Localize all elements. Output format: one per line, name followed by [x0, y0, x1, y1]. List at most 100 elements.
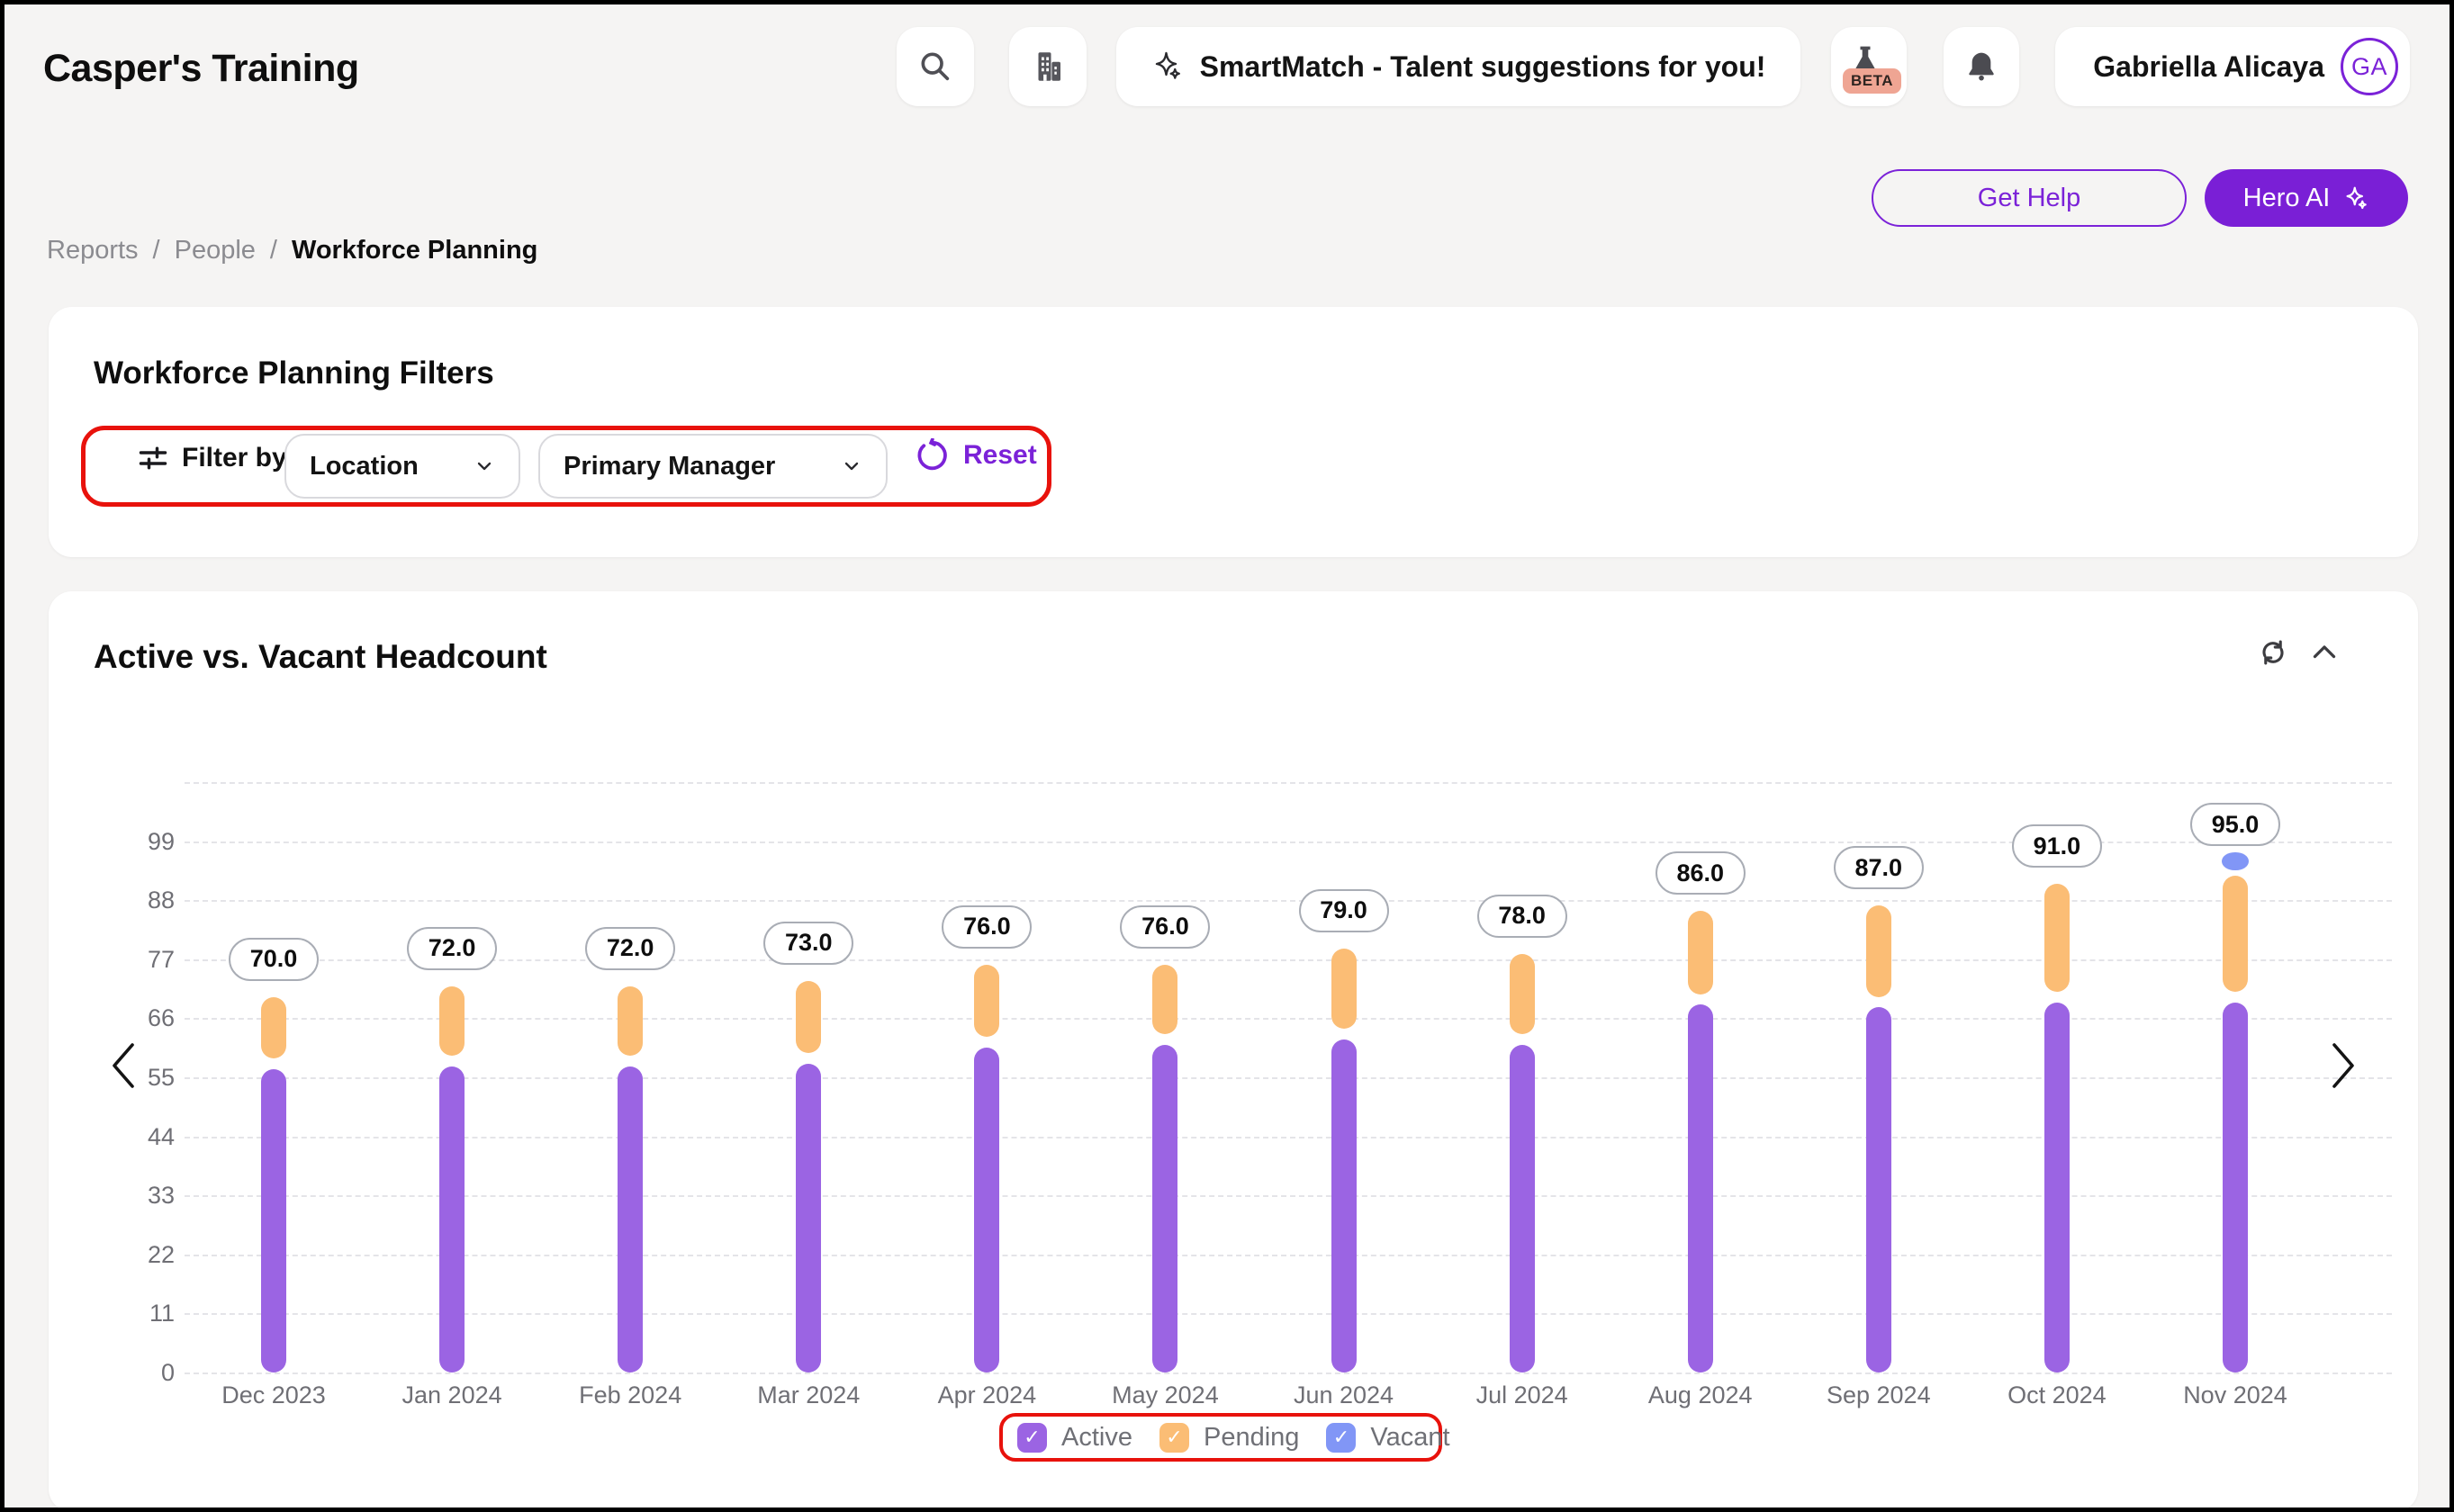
sparkle-icon [2342, 184, 2369, 212]
breadcrumb-current: Workforce Planning [292, 236, 537, 266]
sliders-icon [137, 442, 169, 474]
reset-icon [915, 438, 949, 472]
y-axis-tick: 11 [103, 1300, 175, 1328]
bar-pending[interactable] [1688, 911, 1713, 994]
primary-manager-dropdown-label: Primary Manager [564, 452, 775, 482]
breadcrumb-reports[interactable]: Reports [47, 236, 139, 266]
search-button[interactable] [897, 27, 974, 106]
value-label-pill: 72.0 [585, 927, 675, 970]
bar-pending[interactable] [439, 986, 465, 1057]
x-axis-month-label: Oct 2024 [1985, 1382, 2129, 1409]
chevron-down-icon [474, 455, 495, 477]
bar-pending[interactable] [1510, 954, 1535, 1034]
legend-item-pending[interactable]: ✓ Pending [1159, 1423, 1299, 1453]
y-axis-tick: 33 [103, 1182, 175, 1210]
chart-title: Active vs. Vacant Headcount [94, 638, 547, 676]
chart-next-arrow[interactable] [2324, 1040, 2362, 1092]
location-dropdown[interactable]: Location [284, 434, 520, 499]
bar-active[interactable] [2223, 1003, 2248, 1372]
bar-active[interactable] [261, 1069, 286, 1372]
company-button[interactable] [1009, 27, 1087, 106]
legend-label: Active [1061, 1423, 1132, 1453]
y-axis-tick: 99 [103, 828, 175, 856]
collapse-chevron-icon[interactable] [2308, 636, 2341, 669]
bar-active[interactable] [1331, 1040, 1357, 1372]
bar-pending[interactable] [261, 997, 286, 1059]
bar-pending[interactable] [2223, 876, 2248, 991]
bar-active[interactable] [1688, 1004, 1713, 1372]
value-label-pill: 86.0 [1656, 851, 1746, 895]
bar-pending[interactable] [2044, 884, 2070, 991]
hero-ai-button[interactable]: Hero AI [2205, 169, 2408, 227]
x-axis-month-label: Jun 2024 [1272, 1382, 1416, 1409]
filters-title: Workforce Planning Filters [94, 356, 494, 392]
search-icon [917, 49, 953, 85]
sparkle-icon [1151, 50, 1184, 83]
filter-by-label: Filter by [137, 442, 287, 474]
reset-filters-button[interactable]: Reset [915, 438, 1037, 472]
bar-pending[interactable] [618, 986, 643, 1057]
legend-label: Pending [1204, 1423, 1299, 1453]
bar-active[interactable] [796, 1064, 821, 1372]
breadcrumb: Reports / People / Workforce Planning [47, 236, 537, 266]
value-label-pill: 87.0 [1834, 846, 1924, 889]
user-menu[interactable]: Gabriella Alicaya GA [2055, 27, 2410, 106]
bar-active[interactable] [439, 1066, 465, 1372]
refresh-icon[interactable] [2258, 637, 2288, 668]
bar-pending[interactable] [796, 981, 821, 1054]
user-name: Gabriella Alicaya [2093, 50, 2324, 84]
value-label-pill: 79.0 [1299, 889, 1389, 932]
building-icon [1029, 48, 1067, 86]
location-dropdown-label: Location [310, 452, 419, 482]
filters-card: Workforce Planning Filters Filter by Loc… [49, 307, 2418, 557]
notifications-button[interactable] [1944, 27, 2019, 106]
bar-pending[interactable] [1152, 965, 1177, 1035]
gridline [185, 782, 2392, 784]
get-help-label: Get Help [1978, 184, 2080, 213]
primary-manager-dropdown[interactable]: Primary Manager [538, 434, 888, 499]
x-axis-month-label: Apr 2024 [915, 1382, 1059, 1409]
breadcrumb-people[interactable]: People [175, 236, 256, 266]
y-axis-tick: 22 [103, 1241, 175, 1269]
bar-active[interactable] [1510, 1045, 1535, 1372]
bar-active[interactable] [974, 1048, 999, 1372]
bar-pending[interactable] [1866, 905, 1891, 996]
legend-checkbox-pending[interactable]: ✓ [1159, 1423, 1189, 1453]
headcount-chart-card: Active vs. Vacant Headcount 011223344556… [49, 591, 2418, 1512]
bell-icon [1963, 49, 1999, 85]
bar-pending[interactable] [974, 965, 999, 1038]
y-axis-tick: 66 [103, 1004, 175, 1032]
bar-active[interactable] [1152, 1045, 1177, 1372]
bar-active[interactable] [1866, 1007, 1891, 1372]
smartmatch-banner[interactable]: SmartMatch - Talent suggestions for you! [1116, 27, 1800, 106]
bar-active[interactable] [618, 1066, 643, 1372]
x-axis-month-label: Aug 2024 [1628, 1382, 1773, 1409]
value-label-pill: 95.0 [2190, 803, 2280, 846]
get-help-button[interactable]: Get Help [1872, 169, 2187, 227]
y-axis-tick: 77 [103, 946, 175, 974]
x-axis-month-label: Dec 2023 [202, 1382, 346, 1409]
bar-vacant[interactable] [2222, 852, 2249, 871]
gridline [185, 1372, 2392, 1374]
hero-ai-label: Hero AI [2243, 184, 2331, 213]
breadcrumb-separator: / [153, 236, 160, 266]
bar-active[interactable] [2044, 1003, 2070, 1372]
value-label-pill: 72.0 [407, 927, 497, 970]
value-label-pill: 73.0 [763, 922, 853, 965]
labs-beta-button[interactable]: BETA [1831, 27, 1907, 106]
bar-pending[interactable] [1331, 949, 1357, 1029]
avatar: GA [2341, 38, 2398, 95]
legend-label: Vacant [1370, 1423, 1449, 1453]
legend-item-active[interactable]: ✓ Active [1017, 1423, 1132, 1453]
y-axis-tick: 44 [103, 1123, 175, 1151]
x-axis-month-label: Sep 2024 [1807, 1382, 1951, 1409]
x-axis-month-label: Jul 2024 [1450, 1382, 1594, 1409]
chart-prev-arrow[interactable] [104, 1040, 142, 1092]
legend-item-vacant[interactable]: ✓ Vacant [1326, 1423, 1449, 1453]
legend-checkbox-active[interactable]: ✓ [1017, 1423, 1047, 1453]
x-axis-month-label: Nov 2024 [2163, 1382, 2307, 1409]
legend-checkbox-vacant[interactable]: ✓ [1326, 1423, 1356, 1453]
chevron-down-icon [841, 455, 862, 477]
x-axis-month-label: Feb 2024 [558, 1382, 702, 1409]
y-axis-tick: 88 [103, 886, 175, 914]
